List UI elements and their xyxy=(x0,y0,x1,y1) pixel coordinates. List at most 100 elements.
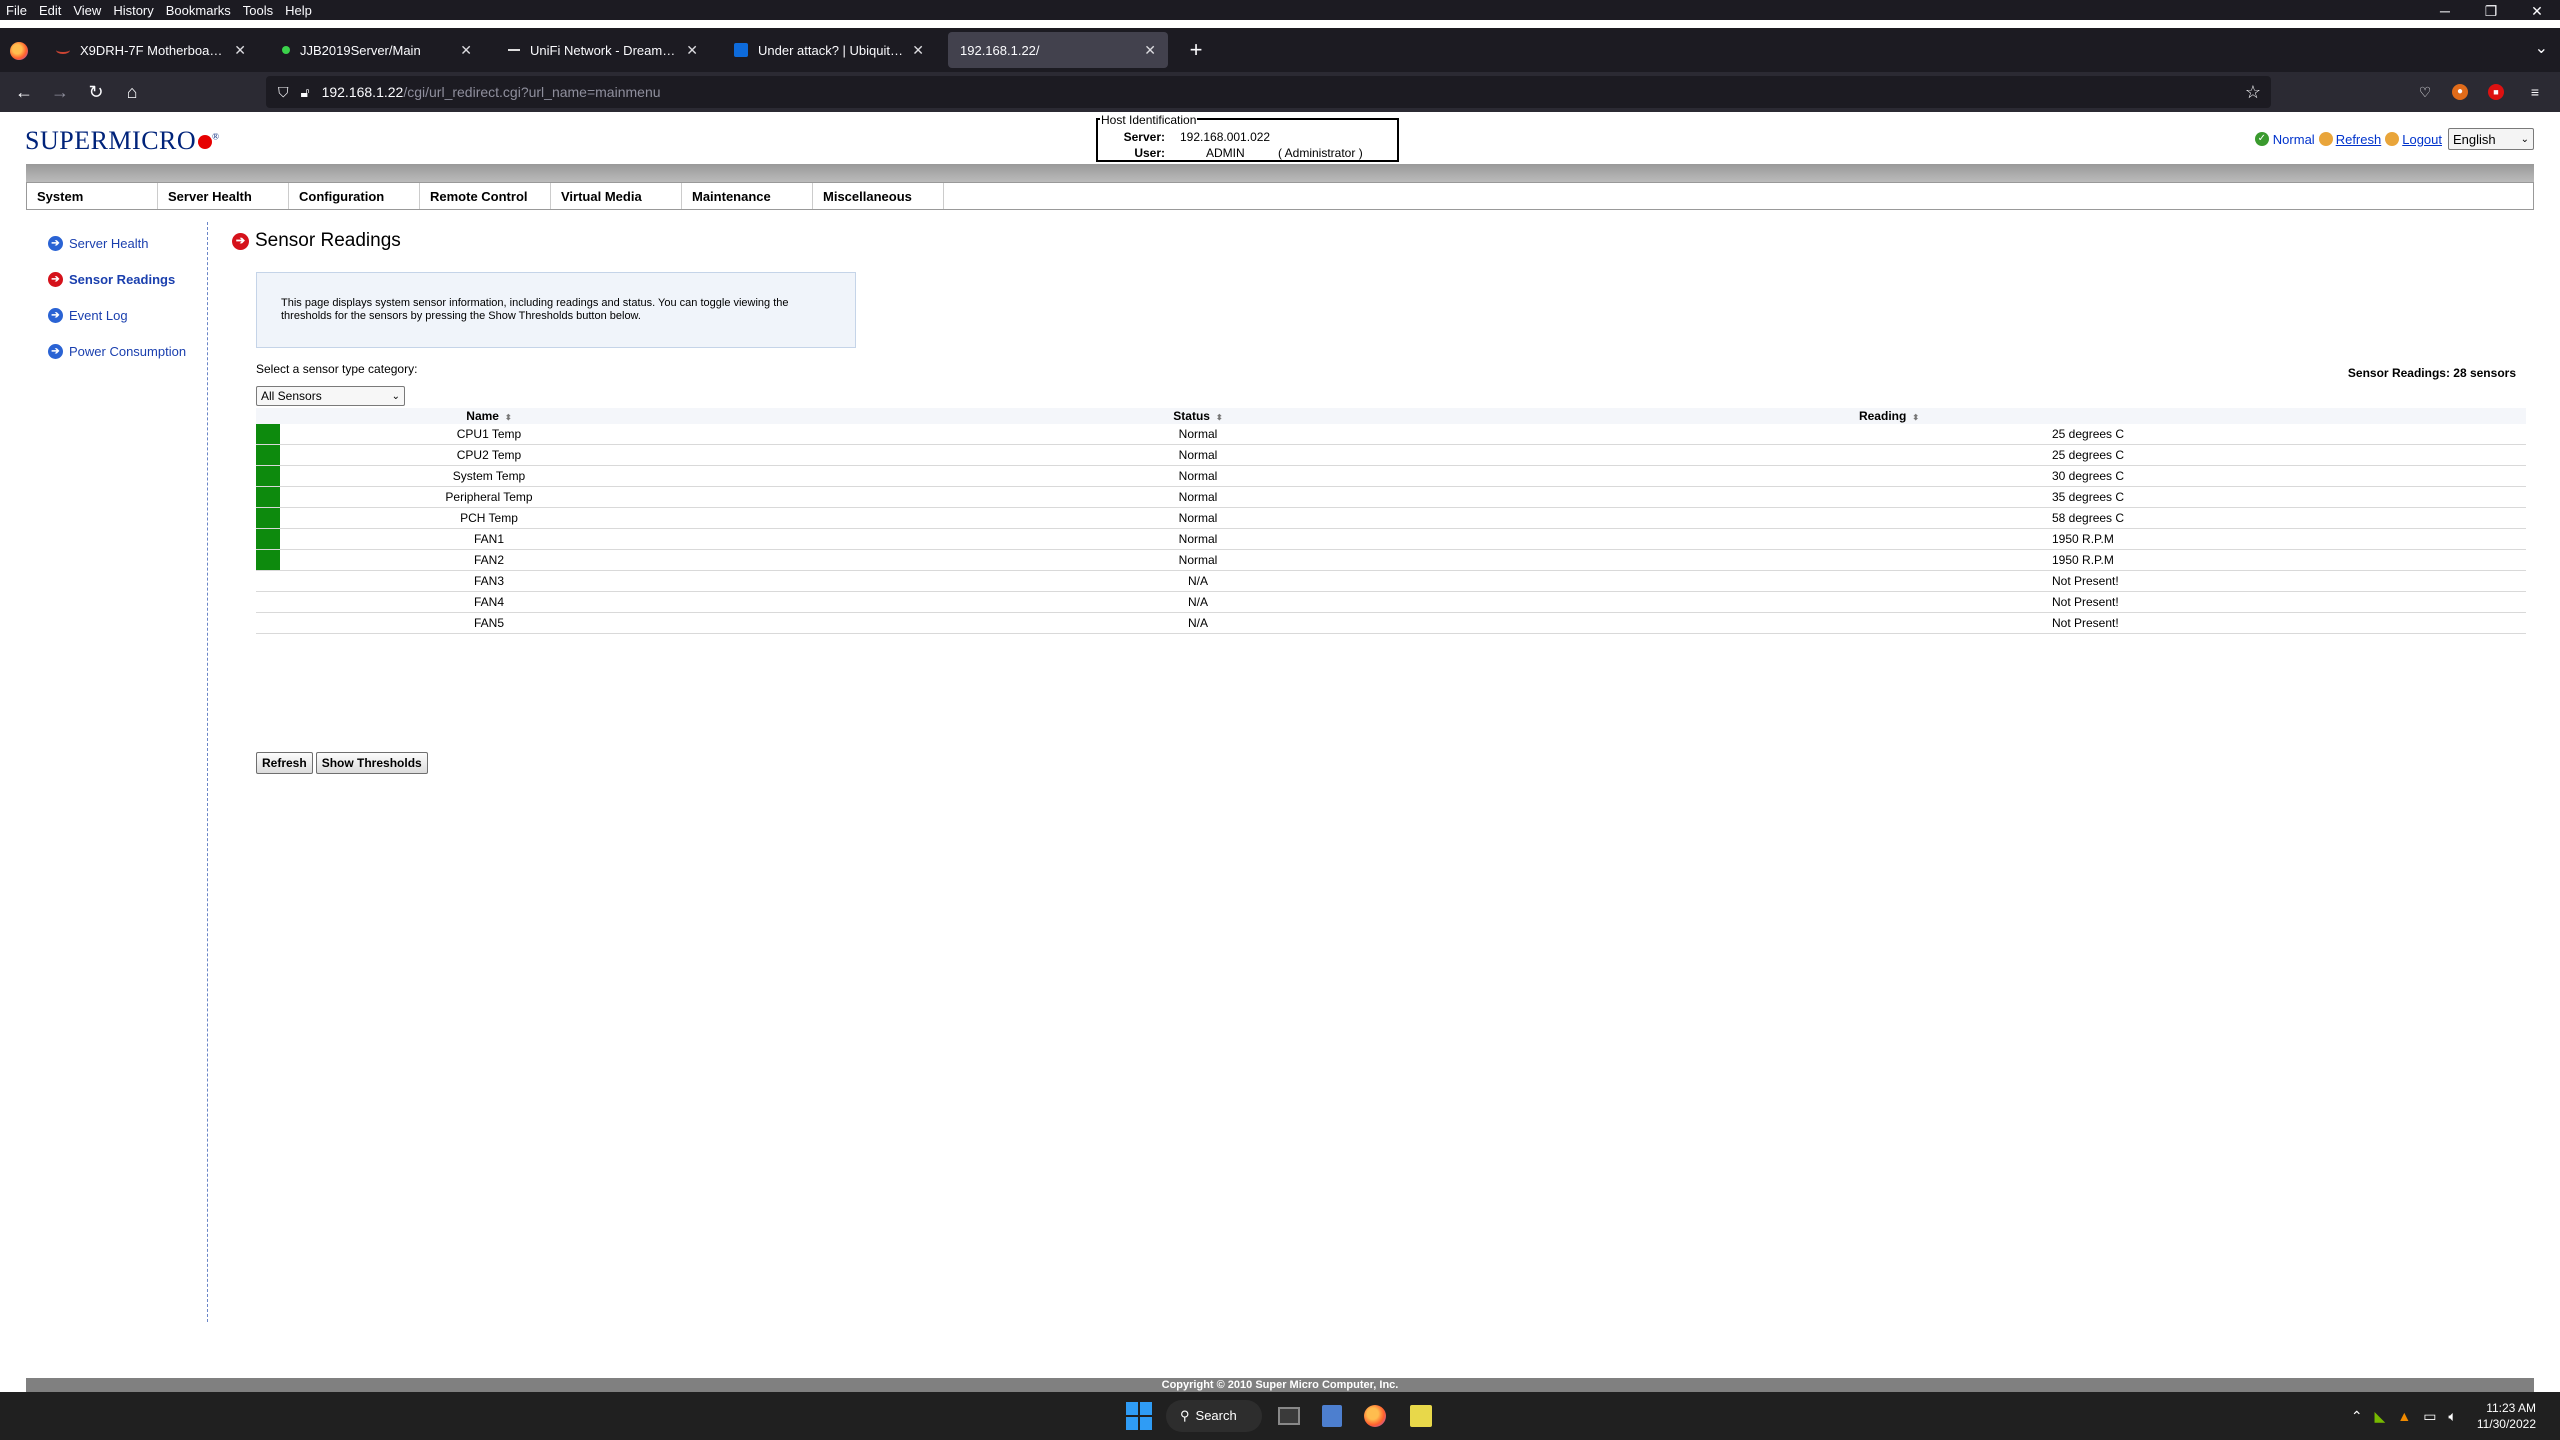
nav-configuration[interactable]: Configuration xyxy=(289,183,420,209)
task-view-icon[interactable] xyxy=(1278,1407,1300,1425)
ipmiview-taskbar-icon[interactable] xyxy=(1410,1405,1432,1427)
new-tab-icon[interactable]: + xyxy=(1182,36,1210,64)
status-indicator xyxy=(256,444,280,466)
window-controls: ─ ❐ ✕ xyxy=(2422,0,2560,20)
sort-icon[interactable]: ⬍ xyxy=(505,413,512,422)
list-all-tabs-icon[interactable]: ⌄ xyxy=(2535,38,2548,58)
menu-edit[interactable]: Edit xyxy=(39,3,61,18)
sort-icon[interactable]: ⬍ xyxy=(1216,413,1223,422)
nav-miscellaneous[interactable]: Miscellaneous xyxy=(813,183,944,209)
home-icon[interactable]: ⌂ xyxy=(116,76,148,108)
menu-help[interactable]: Help xyxy=(285,3,312,18)
nav-maintenance[interactable]: Maintenance xyxy=(682,183,813,209)
status-swatch xyxy=(256,445,280,465)
language-select[interactable]: English ⌄ xyxy=(2448,128,2534,150)
status-indicator xyxy=(256,549,280,571)
tab-strip: X9DRH-7F Motherboard Temps ✕ JJB2019Serv… xyxy=(0,28,2560,72)
logout-icon[interactable] xyxy=(2385,132,2400,146)
sort-icon[interactable]: ⬍ xyxy=(1912,413,1919,422)
taskbar-search[interactable]: ⚲ Search xyxy=(1166,1400,1262,1432)
file-explorer-icon[interactable] xyxy=(1322,1405,1342,1427)
firefox-icon[interactable] xyxy=(10,42,28,60)
refresh-icon[interactable] xyxy=(2318,132,2333,146)
refresh-link[interactable]: Refresh xyxy=(2336,132,2382,147)
app-menu-icon[interactable]: ≡ xyxy=(2524,81,2546,103)
show-thresholds-button[interactable]: Show Thresholds xyxy=(315,752,428,774)
system-tray: ⌃ ◣ ▲ ▭ 🔈︎ 11:23 AM 11/30/2022 xyxy=(2351,1392,2560,1440)
tab-motherboard-temps[interactable]: X9DRH-7F Motherboard Temps ✕ xyxy=(44,32,258,68)
windows-start-icon[interactable] xyxy=(1126,1402,1154,1430)
chevron-up-icon[interactable]: ⌃ xyxy=(2351,1408,2363,1425)
network-icon[interactable]: ▭ xyxy=(2423,1408,2436,1425)
arrow-right-icon: ➔ xyxy=(232,232,249,250)
pocket-icon[interactable]: ♡ xyxy=(2414,81,2436,103)
nav-server-health[interactable]: Server Health xyxy=(158,183,289,209)
url-bar[interactable]: ⛉ 🔓︎ 192.168.1.22/cgi/url_redirect.cgi?u… xyxy=(266,76,2271,108)
logout-link[interactable]: Logout xyxy=(2402,132,2442,147)
menu-history[interactable]: History xyxy=(113,3,153,18)
sidebar-item-event-log[interactable]: ➔ Event Log xyxy=(48,308,128,323)
status-indicator xyxy=(256,486,280,508)
menu-file[interactable]: File xyxy=(6,3,27,18)
table-row: Peripheral Temp Normal 35 degrees C xyxy=(256,486,2526,508)
forward-icon[interactable]: → xyxy=(44,76,76,108)
sensor-category-select[interactable]: All Sensors ⌄ xyxy=(256,386,405,406)
status-indicator xyxy=(256,612,280,634)
refresh-button[interactable]: Refresh xyxy=(256,752,313,774)
brave-extension-icon[interactable]: ● xyxy=(2452,84,2468,100)
close-tab-icon[interactable]: ✕ xyxy=(460,42,472,59)
close-tab-icon[interactable]: ✕ xyxy=(234,42,246,59)
logo-text: SUPERMICRO xyxy=(25,126,197,155)
nav-virtual-media[interactable]: Virtual Media xyxy=(551,183,682,209)
restore-icon[interactable]: ❐ xyxy=(2468,0,2514,20)
nav-system[interactable]: System xyxy=(27,183,158,209)
sidebar-item-label: Event Log xyxy=(69,308,128,323)
tab-unraid-main[interactable]: JJB2019Server/Main ✕ xyxy=(270,32,484,68)
clock[interactable]: 11:23 AM 11/30/2022 xyxy=(2477,1400,2536,1432)
close-tab-icon[interactable]: ✕ xyxy=(1144,42,1156,59)
sensor-reading: 25 degrees C xyxy=(1698,424,2526,445)
shield-icon[interactable]: ⛉ xyxy=(278,84,289,101)
sensor-status: Normal xyxy=(698,444,1698,466)
tab-title: 192.168.1.22/ xyxy=(960,42,1040,58)
select-label: Select a sensor type category: xyxy=(256,362,418,376)
user-value: ADMIN xyxy=(1206,146,1245,160)
tab-favicon-icon xyxy=(508,49,520,51)
volume-icon[interactable]: 🔈︎ xyxy=(2448,1408,2456,1425)
sidebar-item-sensor-readings[interactable]: ➔ Sensor Readings xyxy=(48,272,175,287)
status-indicator xyxy=(256,465,280,487)
sensor-reading: 58 degrees C xyxy=(1698,507,2526,529)
column-header-reading[interactable]: Reading ⬍ xyxy=(1698,408,2526,424)
tab-ubiquiti-community[interactable]: Under attack? | Ubiquiti Community ✕ xyxy=(722,32,936,68)
status-swatch xyxy=(256,487,280,507)
close-tab-icon[interactable]: ✕ xyxy=(912,42,924,59)
tab-favicon-icon xyxy=(282,46,290,54)
menu-view[interactable]: View xyxy=(73,3,101,18)
nav-remote-control[interactable]: Remote Control xyxy=(420,183,551,209)
select-value: All Sensors xyxy=(261,389,322,403)
ublock-icon[interactable]: ■ xyxy=(2488,84,2504,100)
close-window-icon[interactable]: ✕ xyxy=(2514,0,2560,20)
menu-tools[interactable]: Tools xyxy=(243,3,273,18)
sidebar: ➔ Server Health ➔ Sensor Readings ➔ Even… xyxy=(26,222,208,1322)
minimize-icon[interactable]: ─ xyxy=(2422,0,2468,20)
menu-bookmarks[interactable]: Bookmarks xyxy=(166,3,231,18)
close-tab-icon[interactable]: ✕ xyxy=(686,42,698,59)
tab-ipmi-active[interactable]: 192.168.1.22/ ✕ xyxy=(948,32,1168,68)
tab-title: UniFi Network - Dream Machine xyxy=(530,42,678,58)
table-row: PCH Temp Normal 58 degrees C xyxy=(256,507,2526,529)
lock-icon[interactable]: 🔓︎ xyxy=(301,84,310,101)
vlc-icon[interactable]: ▲ xyxy=(2397,1408,2411,1424)
sensor-reading: 1950 R.P.M xyxy=(1698,528,2526,550)
column-header-name[interactable]: Name ⬍ xyxy=(280,408,698,424)
tab-unifi-network[interactable]: UniFi Network - Dream Machine ✕ xyxy=(496,32,710,68)
column-header-status[interactable]: Status ⬍ xyxy=(698,408,1698,424)
nvidia-icon[interactable]: ◣ xyxy=(2375,1408,2386,1425)
reload-icon[interactable]: ↻ xyxy=(80,76,112,108)
sidebar-item-power-consumption[interactable]: ➔ Power Consumption xyxy=(48,344,186,359)
firefox-taskbar-icon[interactable] xyxy=(1364,1405,1386,1427)
back-icon[interactable]: ← xyxy=(8,76,40,108)
sidebar-item-server-health[interactable]: ➔ Server Health xyxy=(48,236,148,251)
sensor-count: Sensor Readings: 28 sensors xyxy=(2347,366,2516,380)
bookmark-star-icon[interactable]: ☆ xyxy=(2245,82,2261,103)
